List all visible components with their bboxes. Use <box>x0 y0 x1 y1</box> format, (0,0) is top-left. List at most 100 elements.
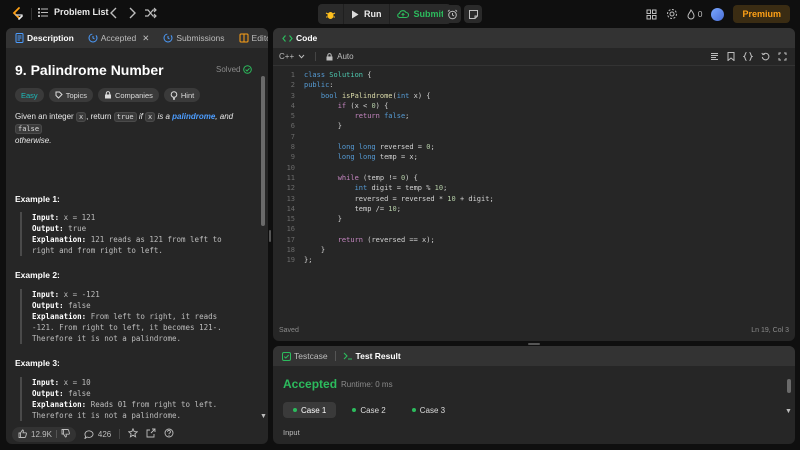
lock-icon <box>104 91 111 99</box>
help-icon[interactable] <box>164 428 174 440</box>
tab-description[interactable]: Description <box>12 33 77 43</box>
case-tab-3[interactable]: Case 3 <box>402 402 455 418</box>
bookmark-icon[interactable] <box>727 52 735 63</box>
case-tab-2[interactable]: Case 2 <box>342 402 395 418</box>
scroll-down-icon[interactable]: ▼ <box>260 413 268 421</box>
tab-accepted[interactable]: Accepted ✕ <box>85 33 153 44</box>
flame-icon <box>687 8 695 19</box>
lock-icon <box>326 52 333 60</box>
pass-dot <box>293 408 297 412</box>
example-title: Example 3: <box>15 358 60 368</box>
tab-editorial[interactable]: Editorial <box>236 33 268 43</box>
tag-icon <box>55 91 63 99</box>
input-label: Input: <box>32 213 60 222</box>
problem-nav <box>108 6 157 20</box>
input-label: Input: <box>32 290 60 299</box>
line-number: 8 <box>290 143 295 152</box>
book-icon <box>239 33 249 43</box>
line-number: 12 <box>286 184 295 193</box>
line-number: 10 <box>286 163 295 172</box>
problem-title[interactable]: 9. Palindrome Number <box>15 62 164 78</box>
desc-text: otherwise. <box>15 136 52 145</box>
shuffle-icon[interactable] <box>144 6 157 20</box>
topbar-right-tools: 0 Premium <box>646 5 790 23</box>
leetcode-logo-icon[interactable] <box>10 6 26 22</box>
fullscreen-icon[interactable] <box>778 52 787 63</box>
problem-description: Given an integer x, return true if x is … <box>15 111 259 147</box>
topics-chip[interactable]: Topics <box>48 88 93 102</box>
case-label: Case 3 <box>419 405 446 415</box>
code-icon <box>282 34 293 42</box>
star-icon[interactable] <box>127 427 139 440</box>
scroll-down-icon[interactable]: ▼ <box>785 408 792 415</box>
example-title: Example 1: <box>15 194 60 204</box>
submit-button[interactable]: Submit <box>388 4 452 24</box>
reset-icon[interactable] <box>761 52 770 63</box>
scrollbar[interactable] <box>787 379 791 393</box>
like-dislike-group: 12.9K <box>12 426 76 442</box>
pass-dot <box>411 408 416 412</box>
editor-tools <box>710 52 787 63</box>
explanation-label: Explanation: <box>32 400 87 409</box>
example-block: Input: x = 10 Output: false Explanation:… <box>20 377 262 421</box>
auto-mode[interactable]: Auto <box>326 52 354 61</box>
input-label: Input: <box>32 378 60 387</box>
tab-editorial-label: Editorial <box>251 33 268 43</box>
debug-button[interactable] <box>318 4 343 24</box>
line-number: 16 <box>286 225 295 234</box>
language-select[interactable]: C++ <box>279 52 305 61</box>
chevron-right-icon[interactable] <box>126 6 138 20</box>
inline-code: x <box>75 112 87 122</box>
format-icon[interactable] <box>710 52 719 63</box>
divider <box>119 429 121 439</box>
layout-grid-icon[interactable] <box>646 9 657 20</box>
input-value: x = 121 <box>59 213 96 222</box>
vertical-resize-handle[interactable] <box>269 230 271 242</box>
example-block: Input: x = -121 Output: false Explanatio… <box>20 289 262 344</box>
thumbs-up-icon[interactable] <box>18 429 27 440</box>
notes-button[interactable] <box>464 5 482 23</box>
output-value: false <box>63 389 91 398</box>
problem-list-button[interactable]: Problem List <box>38 7 109 17</box>
streak-counter[interactable]: 0 <box>687 8 702 20</box>
braces-icon[interactable] <box>742 52 754 63</box>
language-label: C++ <box>279 52 295 61</box>
tab-submissions[interactable]: Submissions <box>160 33 227 43</box>
palindrome-link[interactable]: palindrome <box>172 112 215 121</box>
alarm-button[interactable] <box>443 5 461 23</box>
cursor-position: Ln 19, Col 3 <box>751 327 789 334</box>
inline-code: false <box>15 124 43 134</box>
check-circle-icon <box>243 65 253 74</box>
description-footer: 12.9K 426 <box>6 424 268 444</box>
chevron-left-icon[interactable] <box>108 6 120 20</box>
divider <box>55 430 57 438</box>
problem-list-label: Problem List <box>54 7 109 17</box>
case-tabs: Case 1 Case 2 Case 3 <box>283 402 455 418</box>
alarm-clock-icon <box>447 9 457 19</box>
companies-chip[interactable]: Companies <box>97 88 159 102</box>
tab-test-result[interactable]: Test Result <box>340 351 404 361</box>
inline-code: true <box>113 112 137 122</box>
gear-icon[interactable] <box>666 8 678 20</box>
hint-chip[interactable]: Hint <box>163 88 201 102</box>
run-submit-group: Run Submit <box>318 4 451 24</box>
tab-testcase[interactable]: Testcase <box>279 351 331 361</box>
case-label: Case 2 <box>360 405 386 415</box>
close-icon[interactable]: ✕ <box>142 33 149 44</box>
case-tab-1[interactable]: Case 1 <box>283 402 337 418</box>
tab-code[interactable]: Code <box>279 33 320 43</box>
premium-button[interactable]: Premium <box>733 5 790 23</box>
thumbs-down-icon[interactable] <box>61 428 70 440</box>
avatar[interactable] <box>711 7 725 21</box>
bug-icon <box>325 11 336 19</box>
input-value: x = 10 <box>59 378 91 387</box>
cloud-upload-icon <box>396 10 409 19</box>
explanation-text: Therefore it is not a palindrome. <box>32 411 182 420</box>
share-icon[interactable] <box>146 428 156 440</box>
test-tabs: Testcase Test Result <box>273 346 795 366</box>
scrollbar[interactable] <box>261 76 265 226</box>
code-area[interactable]: class Solution { public: bool isPalindro… <box>304 70 494 266</box>
comments-button[interactable]: 426 <box>84 430 111 439</box>
run-button[interactable]: Run <box>343 4 389 24</box>
horizontal-resize-handle[interactable] <box>528 343 540 345</box>
